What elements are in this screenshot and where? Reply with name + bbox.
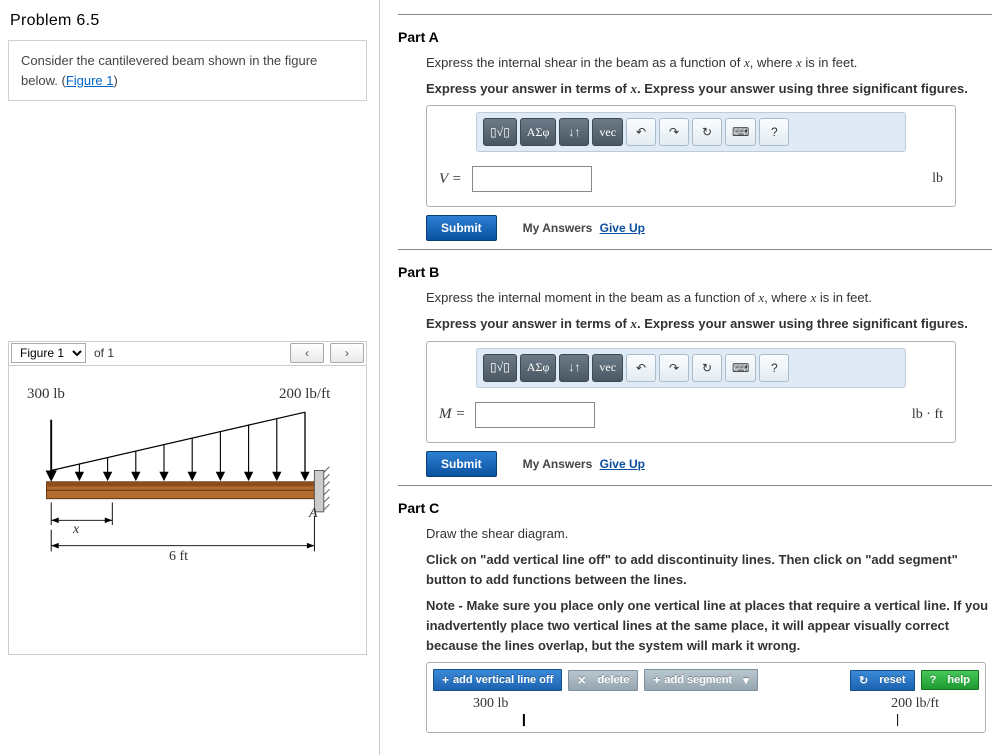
part-a-unit: lb — [932, 171, 943, 187]
part-b-title: Part B — [398, 260, 992, 288]
add-vertical-line-button[interactable]: +add vertical line off — [433, 669, 562, 691]
reset-button[interactable]: ↻ — [692, 354, 722, 382]
vector-button[interactable]: vec — [592, 354, 623, 382]
part-a-answer-box: ▯√▯ ΑΣφ ↓↑ vec ↶ ↷ ↻ ⌨ ? V = lb — [426, 105, 956, 207]
part-b-answer-input[interactable] — [475, 402, 595, 428]
part-c-instruction-2: Click on "add vertical line off" to add … — [426, 550, 992, 596]
prompt-text-after: ) — [114, 73, 118, 88]
reset-button[interactable]: ↻ — [692, 118, 722, 146]
beam-diagram — [23, 384, 352, 619]
template-button[interactable]: ▯√▯ — [483, 118, 517, 146]
keyboard-button[interactable]: ⌨ — [725, 354, 756, 382]
subscript-button[interactable]: ↓↑ — [559, 118, 589, 146]
part-a-giveup-link[interactable]: Give Up — [600, 221, 645, 235]
figure-canvas: 300 lb 200 lb/ft x A 6 ft — [8, 365, 367, 655]
keyboard-button[interactable]: ⌨ — [725, 118, 756, 146]
A-label: A — [309, 506, 318, 522]
graph-toolbar: +add vertical line off ✕ delete +add seg… — [433, 667, 979, 693]
figure-next-button[interactable]: › — [330, 343, 364, 363]
chevron-down-icon: ▾ — [743, 674, 749, 687]
figure-link[interactable]: Figure 1 — [66, 73, 114, 88]
help-button[interactable]: ? — [759, 118, 789, 146]
dist-load-label: 200 lb/ft — [279, 386, 330, 403]
graph-box: +add vertical line off ✕ delete +add seg… — [426, 662, 986, 732]
figure-count-label: of 1 — [92, 346, 114, 360]
part-a-var-label: V = — [439, 171, 462, 188]
part-a-instruction-1: Express the internal shear in the beam a… — [426, 53, 992, 79]
graph-reset-button[interactable]: ↻ reset — [850, 670, 915, 691]
figure-prev-button[interactable]: ‹ — [290, 343, 324, 363]
part-b-instruction-1: Express the internal moment in the beam … — [426, 288, 992, 314]
reset-icon: ↻ — [859, 674, 868, 687]
equation-toolbar: ▯√▯ ΑΣφ ↓↑ vec ↶ ↷ ↻ ⌨ ? — [476, 348, 906, 388]
part-a-answer-input[interactable] — [472, 166, 592, 192]
part-b-answer-box: ▯√▯ ΑΣφ ↓↑ vec ↶ ↷ ↻ ⌨ ? M = lb · ft — [426, 341, 956, 443]
template-button[interactable]: ▯√▯ — [483, 354, 517, 382]
delete-button[interactable]: ✕ delete — [568, 670, 638, 691]
undo-button[interactable]: ↶ — [626, 354, 656, 382]
help-button[interactable]: ? — [759, 354, 789, 382]
part-b-links: My Answers Give Up — [523, 457, 645, 471]
undo-button[interactable]: ↶ — [626, 118, 656, 146]
problem-prompt: Consider the cantilevered beam shown in … — [8, 40, 367, 101]
subscript-button[interactable]: ↓↑ — [559, 354, 589, 382]
part-c-instruction-3: Note - Make sure you place only one vert… — [426, 596, 992, 662]
part-b-giveup-link[interactable]: Give Up — [600, 457, 645, 471]
graph-help-button[interactable]: ? help — [921, 670, 979, 690]
part-b-instruction-2: Express your answer in terms of x. Expre… — [426, 314, 992, 340]
greek-button[interactable]: ΑΣφ — [520, 118, 557, 146]
redo-button[interactable]: ↷ — [659, 354, 689, 382]
figure-selector-bar: Figure 1 of 1 ‹ › — [8, 341, 367, 365]
figure-select[interactable]: Figure 1 — [11, 343, 86, 363]
span-label: 6 ft — [169, 549, 188, 565]
graph-right-label: 200 lb/ft — [891, 696, 939, 712]
part-b-unit: lb · ft — [912, 407, 943, 423]
redo-button[interactable]: ↷ — [659, 118, 689, 146]
x-dim-label: x — [73, 522, 79, 538]
part-a-instruction-2: Express your answer in terms of x. Expre… — [426, 79, 992, 105]
part-c-instruction-1: Draw the shear diagram. — [426, 524, 992, 550]
add-segment-button[interactable]: +add segment ▾ — [644, 669, 757, 691]
greek-button[interactable]: ΑΣφ — [520, 354, 557, 382]
help-icon: ? — [930, 674, 937, 686]
graph-left-label: 300 lb — [473, 696, 508, 712]
plus-icon: + — [442, 673, 449, 687]
graph-preview — [433, 712, 978, 726]
part-a-links: My Answers Give Up — [523, 221, 645, 235]
part-c-title: Part C — [398, 496, 992, 524]
x-icon: ✕ — [577, 674, 586, 687]
part-b-var-label: M = — [439, 406, 465, 423]
part-a-title: Part A — [398, 25, 992, 53]
part-b-submit-button[interactable]: Submit — [426, 451, 497, 477]
vector-button[interactable]: vec — [592, 118, 623, 146]
equation-toolbar: ▯√▯ ΑΣφ ↓↑ vec ↶ ↷ ↻ ⌨ ? — [476, 112, 906, 152]
part-a-submit-button[interactable]: Submit — [426, 215, 497, 241]
point-load-label: 300 lb — [27, 386, 65, 403]
problem-title: Problem 6.5 — [8, 8, 367, 40]
plus-icon: + — [653, 673, 660, 687]
